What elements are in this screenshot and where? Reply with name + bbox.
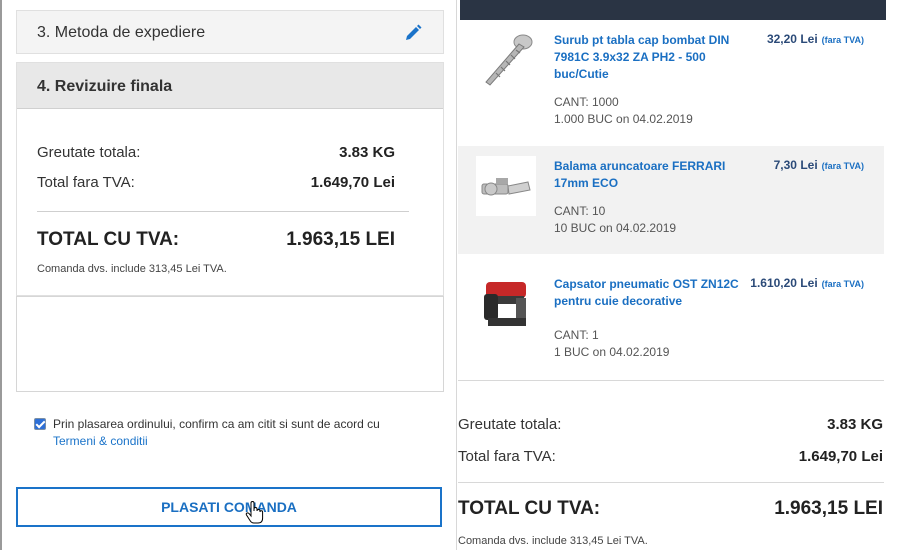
pencil-icon[interactable] <box>403 23 423 43</box>
item-price: 32,20 Lei (fara TVA) <box>767 32 864 46</box>
net-total-value: 1.649,70 Lei <box>310 174 395 191</box>
terms-agreement: Prin plasarea ordinului, confirm ca am c… <box>34 416 434 450</box>
vat-note: Comanda dvs. include 313,45 Lei TVA. <box>37 263 227 275</box>
item-quantity: CANT: 1 <box>554 328 599 342</box>
screw-image <box>485 34 533 86</box>
cart-item: Balama aruncatoare FERRARI 17mm ECO 7,30… <box>458 146 884 254</box>
hinge-image <box>476 156 536 216</box>
cart-divider <box>458 380 884 381</box>
item-quantity: CANT: 1000 <box>554 95 619 109</box>
item-price-value: 7,30 Lei <box>773 158 818 172</box>
cart-vat-note: Comanda dvs. include 313,45 Lei TVA. <box>458 535 648 547</box>
item-delivery: 10 BUC on 04.02.2019 <box>554 221 677 235</box>
cart-header-bar <box>460 0 886 20</box>
cart-weight-label: Greutate totala: <box>458 416 562 433</box>
item-name[interactable]: Balama aruncatoare FERRARI 17mm ECO <box>554 158 744 192</box>
cart-weight-value: 3.83 KG <box>827 416 883 433</box>
terms-text: Prin plasarea ordinului, confirm ca am c… <box>53 417 380 431</box>
weight-value: 3.83 KG <box>339 144 395 161</box>
left-edge-divider <box>0 0 2 550</box>
summary-divider <box>37 211 409 212</box>
nail-gun-image <box>484 282 526 326</box>
cart-item: Capsator pneumatic OST ZN12C pentru cuie… <box>458 264 884 372</box>
order-comment-textarea[interactable] <box>16 296 444 392</box>
terms-link[interactable]: Termeni & conditii <box>53 433 434 450</box>
cart-grand-total-value: 1.963,15 LEI <box>774 498 883 519</box>
checkout-steps-panel: 3. Metoda de expediere 4. Revizuire fina… <box>0 0 457 550</box>
item-price: 1.610,20 Lei (fara TVA) <box>750 276 864 290</box>
item-price: 7,30 Lei (fara TVA) <box>774 158 864 172</box>
grand-total-value: 1.963,15 LEI <box>286 229 395 250</box>
item-vat-note: (fara TVA) <box>821 279 864 289</box>
item-price-value: 1.610,20 Lei <box>750 276 818 290</box>
terms-checkbox[interactable] <box>34 418 46 430</box>
item-name[interactable]: Surub pt tabla cap bombat DIN 7981C 3.9x… <box>554 32 744 83</box>
step-final-review-header: 4. Revizuire finala <box>16 62 444 109</box>
step-shipping-title: 3. Metoda de expediere <box>37 24 206 41</box>
item-quantity: CANT: 10 <box>554 204 606 218</box>
step-final-review-title: 4. Revizuire finala <box>37 78 173 95</box>
cart-net-total-label: Total fara TVA: <box>458 448 556 465</box>
item-delivery: 1.000 BUC on 04.02.2019 <box>554 112 693 126</box>
grand-total-label: TOTAL CU TVA: <box>37 229 180 250</box>
cart-item: Surub pt tabla cap bombat DIN 7981C 3.9x… <box>458 20 884 128</box>
item-vat-note: (fara TVA) <box>821 161 864 171</box>
item-name[interactable]: Capsator pneumatic OST ZN12C pentru cuie… <box>554 276 744 310</box>
item-delivery: 1 BUC on 04.02.2019 <box>554 345 670 359</box>
item-vat-note: (fara TVA) <box>821 35 864 45</box>
weight-label: Greutate totala: <box>37 144 141 161</box>
hand-cursor-icon <box>245 501 264 524</box>
item-price-value: 32,20 Lei <box>766 32 818 46</box>
step-shipping-method[interactable]: 3. Metoda de expediere <box>16 10 444 54</box>
place-order-button[interactable]: PLASATI COMANDA <box>16 487 442 527</box>
cart-review-panel: Surub pt tabla cap bombat DIN 7981C 3.9x… <box>458 0 899 550</box>
cart-total-divider <box>458 482 884 483</box>
cart-net-total-value: 1.649,70 Lei <box>798 448 883 465</box>
cart-grand-total-label: TOTAL CU TVA: <box>458 498 601 519</box>
net-total-label: Total fara TVA: <box>37 174 135 191</box>
order-summary: Greutate totala: 3.83 KG Total fara TVA:… <box>16 108 444 296</box>
